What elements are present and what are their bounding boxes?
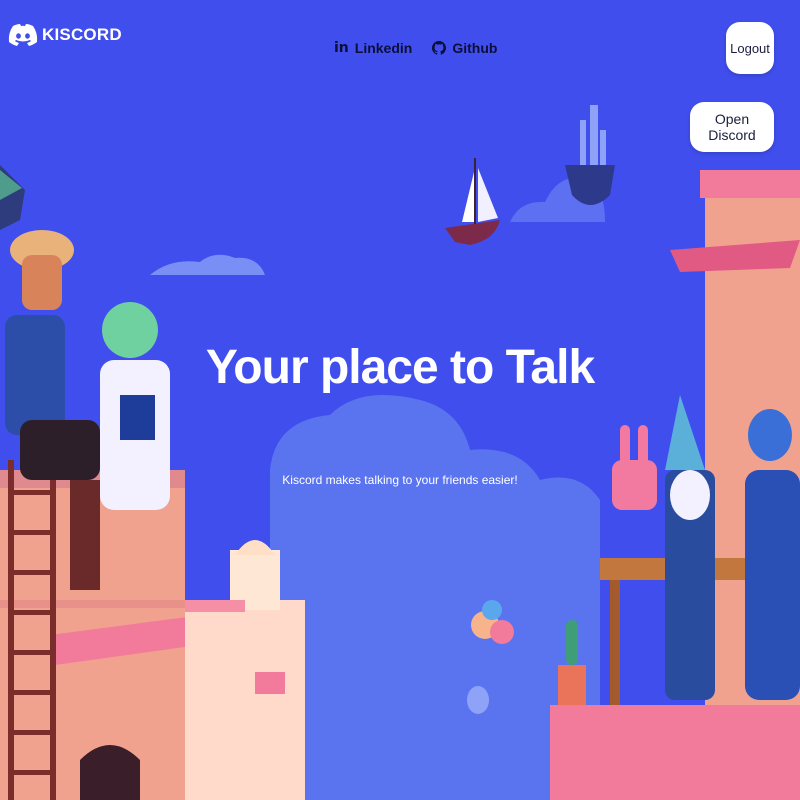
hero-subtitle: Kiscord makes talking to your friends ea… xyxy=(282,473,518,487)
github-label: Github xyxy=(452,40,498,56)
linkedin-link[interactable]: in Linkedin xyxy=(334,40,412,56)
github-icon xyxy=(432,41,447,55)
linkedin-icon: in xyxy=(334,40,349,56)
linkedin-label: Linkedin xyxy=(354,40,413,56)
open-discord-button[interactable]: Open Discord xyxy=(690,102,774,152)
github-link[interactable]: Github xyxy=(432,40,497,56)
hero-title: Your place to Talk xyxy=(205,341,595,394)
brand-name: KISCORD xyxy=(42,25,122,44)
logout-button[interactable]: Logout xyxy=(726,22,774,74)
brand-logo[interactable]: KISCORD xyxy=(8,24,122,46)
hero-illustration xyxy=(0,0,800,800)
top-nav: in Linkedin Github xyxy=(334,40,497,56)
landing-page: KISCORD in Linkedin Github Logout Open D… xyxy=(0,0,800,800)
discord-logo-icon xyxy=(8,24,38,46)
